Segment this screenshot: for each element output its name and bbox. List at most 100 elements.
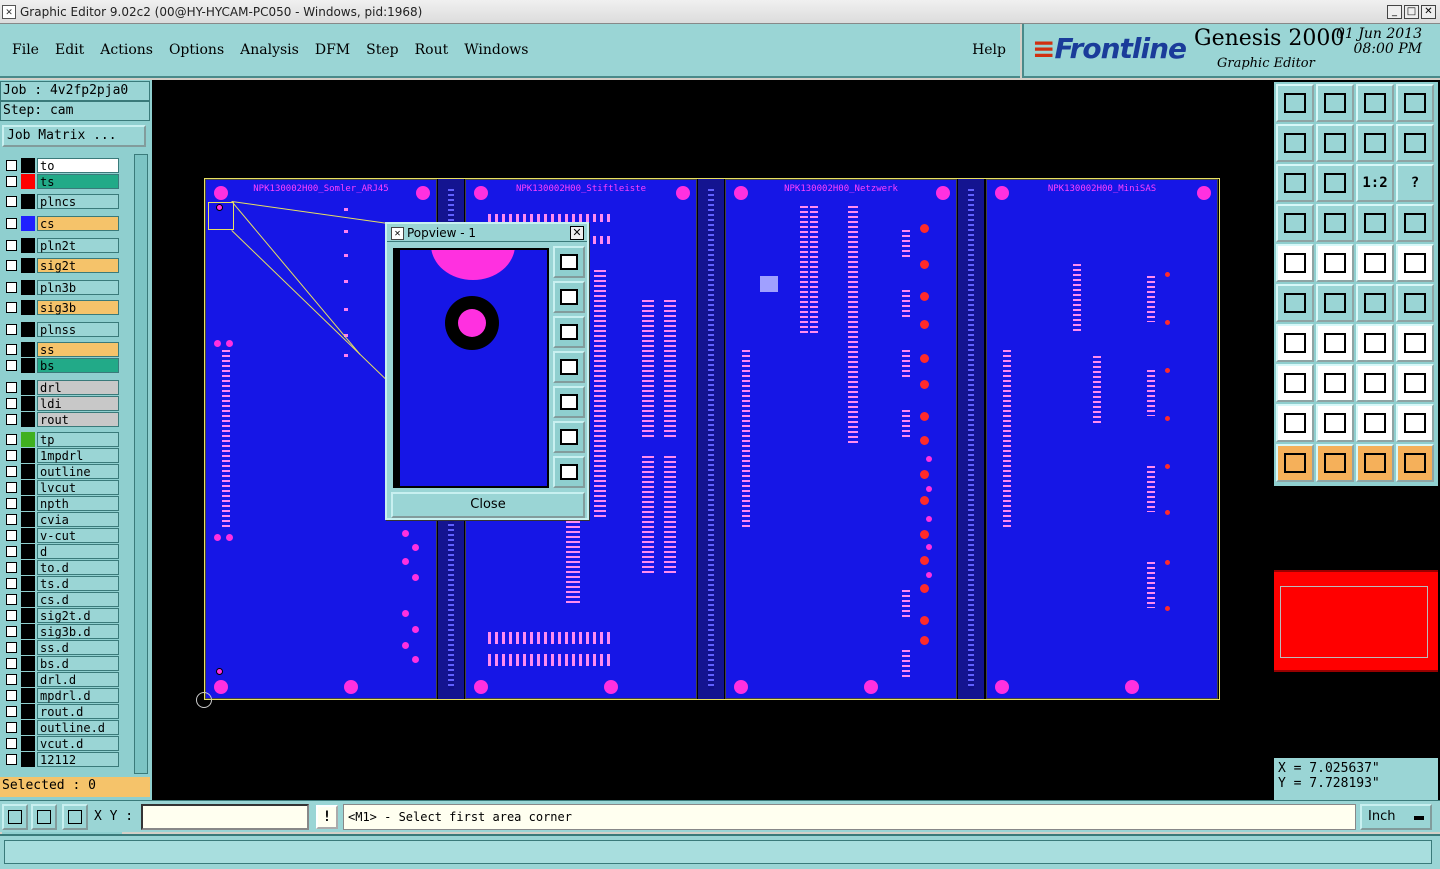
layer-checkbox[interactable] bbox=[6, 754, 17, 765]
delete-node-tool-button[interactable] bbox=[1316, 284, 1354, 322]
layer-checkbox[interactable] bbox=[6, 344, 17, 355]
add-pad-tool-button[interactable] bbox=[1276, 244, 1314, 282]
popview-pan-down-button[interactable] bbox=[553, 316, 585, 348]
layer-name[interactable]: outline bbox=[37, 464, 119, 479]
layer-row-ss[interactable]: ss bbox=[2, 342, 122, 357]
layer-checkbox[interactable] bbox=[6, 610, 17, 621]
layer-name[interactable]: d bbox=[37, 544, 119, 559]
layer-name[interactable]: bs bbox=[37, 358, 119, 373]
layer-checkbox[interactable] bbox=[6, 690, 17, 701]
xy-input[interactable] bbox=[141, 804, 309, 830]
popview-zoom-out-button[interactable] bbox=[553, 456, 585, 488]
layer-name[interactable]: ss.d bbox=[37, 640, 119, 655]
layer-row-tp[interactable]: tp bbox=[2, 432, 122, 447]
close-window-button[interactable]: ✕ bbox=[1421, 5, 1436, 19]
warn-filled-tool-button[interactable] bbox=[1316, 404, 1354, 442]
layer-checkbox[interactable] bbox=[6, 218, 17, 229]
layer-checkbox[interactable] bbox=[6, 514, 17, 525]
layer-name[interactable]: cs bbox=[37, 216, 119, 231]
zoom-out-tool-button[interactable] bbox=[1396, 124, 1434, 162]
menu-analysis[interactable]: Analysis bbox=[232, 42, 307, 58]
layer-row-ts-d[interactable]: ts.d bbox=[2, 576, 122, 591]
units-select[interactable]: Inch bbox=[1360, 804, 1432, 830]
layer-row-ss-d[interactable]: ss.d bbox=[2, 640, 122, 655]
add-round-tool-button[interactable] bbox=[1396, 244, 1434, 282]
layer-name[interactable]: cvia bbox=[37, 512, 119, 527]
layer-row-sig3b[interactable]: sig3b bbox=[2, 300, 122, 315]
layer-name[interactable]: rout.d bbox=[37, 704, 119, 719]
layer-row-sig2t[interactable]: sig2t bbox=[2, 258, 122, 273]
layer-name[interactable]: drl bbox=[37, 380, 119, 395]
menu-file[interactable]: File bbox=[0, 42, 47, 58]
layer-row-drl[interactable]: drl bbox=[2, 380, 122, 395]
menu-edit[interactable]: Edit bbox=[47, 42, 92, 58]
layer-name[interactable]: pln2t bbox=[37, 238, 119, 253]
layer-name[interactable]: sig2t bbox=[37, 258, 119, 273]
draw-arc-tool-button[interactable] bbox=[1356, 324, 1394, 362]
zoom-home-tool-button[interactable] bbox=[1276, 84, 1314, 122]
layer-row-mpdrl-d[interactable]: mpdrl.d bbox=[2, 688, 122, 703]
menu-windows[interactable]: Windows bbox=[456, 42, 536, 58]
menu-help[interactable]: Help bbox=[972, 42, 1006, 58]
redraw-tool-button[interactable] bbox=[1356, 124, 1394, 162]
select-route-tool-button[interactable] bbox=[1396, 444, 1434, 482]
select-net-tool-button[interactable] bbox=[1356, 444, 1394, 482]
layer-row-npth[interactable]: npth bbox=[2, 496, 122, 511]
flip-tool-button[interactable] bbox=[1396, 324, 1434, 362]
menu-step[interactable]: Step bbox=[358, 42, 406, 58]
layer-row-outline-d[interactable]: outline.d bbox=[2, 720, 122, 735]
layer-name[interactable]: ts.d bbox=[37, 576, 119, 591]
layer-name[interactable]: tp bbox=[37, 432, 119, 447]
menu-rout[interactable]: Rout bbox=[407, 42, 457, 58]
measure-mode-button[interactable] bbox=[31, 804, 57, 830]
layer-name[interactable]: to bbox=[37, 158, 119, 173]
layer-name[interactable]: sig2t.d bbox=[37, 608, 119, 623]
move-node-tool-button[interactable] bbox=[1356, 284, 1394, 322]
layer-row-drl-d[interactable]: drl.d bbox=[2, 672, 122, 687]
select-arrow-tool-button[interactable] bbox=[1276, 444, 1314, 482]
layer-checkbox[interactable] bbox=[6, 706, 17, 717]
layer-row-12112[interactable]: 12112 bbox=[2, 752, 122, 767]
popview-canvas[interactable] bbox=[393, 248, 549, 488]
layer-checkbox[interactable] bbox=[6, 658, 17, 669]
layer-name[interactable]: bs.d bbox=[37, 656, 119, 671]
layer-row-d[interactable]: d bbox=[2, 544, 122, 559]
job-matrix-button[interactable]: Job Matrix ... bbox=[2, 125, 146, 147]
menu-options[interactable]: Options bbox=[161, 42, 232, 58]
layer-row-sig3b-d[interactable]: sig3b.d bbox=[2, 624, 122, 639]
layer-checkbox[interactable] bbox=[6, 466, 17, 477]
layer-checkbox[interactable] bbox=[6, 722, 17, 733]
layer-name[interactable]: mpdrl.d bbox=[37, 688, 119, 703]
layer-checkbox[interactable] bbox=[6, 282, 17, 293]
layer-row-cs-d[interactable]: cs.d bbox=[2, 592, 122, 607]
popview-zoom-in-button[interactable] bbox=[553, 421, 585, 453]
layer-row-cs[interactable]: cs bbox=[2, 216, 122, 231]
pan-left-tool-button[interactable] bbox=[1276, 124, 1314, 162]
fan-b-tool-button[interactable] bbox=[1396, 404, 1434, 442]
pan-right-tool-button[interactable] bbox=[1316, 124, 1354, 162]
fan-a-tool-button[interactable] bbox=[1356, 404, 1394, 442]
zoom-in-tool-button[interactable] bbox=[1316, 84, 1354, 122]
layer-row-pln2t[interactable]: pln2t bbox=[2, 238, 122, 253]
layer-name[interactable]: 12112 bbox=[37, 752, 119, 767]
layer-name[interactable]: cs.d bbox=[37, 592, 119, 607]
layer-row-v-cut[interactable]: v-cut bbox=[2, 528, 122, 543]
connect-nodes-tool-button[interactable] bbox=[1276, 284, 1314, 322]
layer-checkbox[interactable] bbox=[6, 626, 17, 637]
layer-checkbox[interactable] bbox=[6, 594, 17, 605]
layer-row-vcut-d[interactable]: vcut.d bbox=[2, 736, 122, 751]
pan-window-tool-button[interactable] bbox=[1396, 84, 1434, 122]
popview-pan-left-button[interactable] bbox=[553, 351, 585, 383]
pan-center-tool-button[interactable] bbox=[1316, 164, 1354, 202]
layer-checkbox[interactable] bbox=[6, 546, 17, 557]
layer-checkbox[interactable] bbox=[6, 382, 17, 393]
layer-name[interactable]: sig3b.d bbox=[37, 624, 119, 639]
layer-checkbox[interactable] bbox=[6, 738, 17, 749]
layer-name[interactable]: outline.d bbox=[37, 720, 119, 735]
layer-row-rout-d[interactable]: rout.d bbox=[2, 704, 122, 719]
layer-name[interactable]: 1mpdrl bbox=[37, 448, 119, 463]
snap-line-tool-button[interactable] bbox=[1396, 204, 1434, 242]
popview-close-button[interactable]: Close bbox=[391, 492, 585, 518]
draw-line-tool-button[interactable] bbox=[1316, 324, 1354, 362]
layer-checkbox[interactable] bbox=[6, 414, 17, 425]
